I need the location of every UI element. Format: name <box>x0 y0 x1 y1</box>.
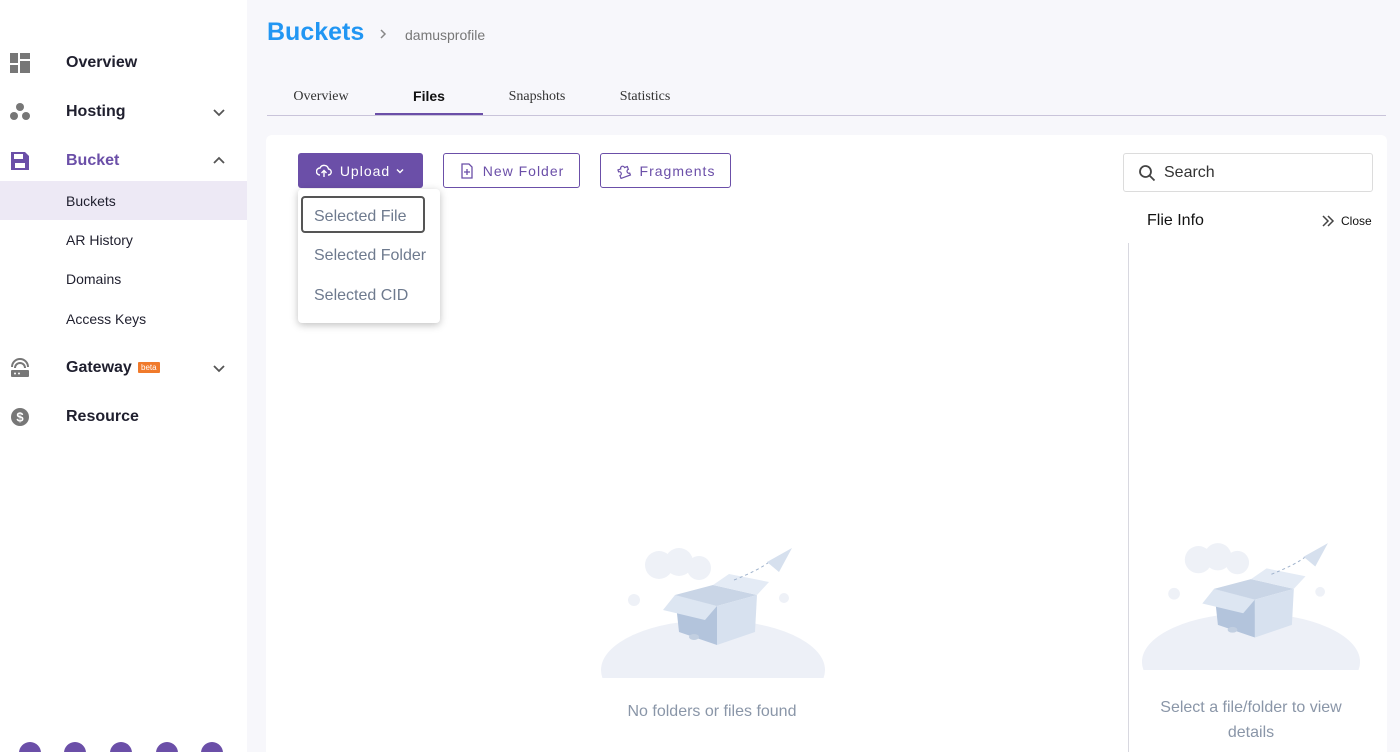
upload-menu: Selected File Selected Folder Selected C… <box>298 189 440 323</box>
sidebar: Overview Hosting Bucket Buckets AR Histo… <box>0 0 247 752</box>
menu-item-selected-folder[interactable]: Selected Folder <box>314 247 426 265</box>
panel-divider <box>1128 243 1129 752</box>
fragments-button[interactable]: Fragments <box>600 153 731 188</box>
empty-box-illustration <box>601 548 825 678</box>
beta-badge: beta <box>138 362 160 373</box>
search-input[interactable] <box>1164 154 1364 191</box>
medium-icon[interactable] <box>156 742 178 752</box>
menu-item-selected-file[interactable]: Selected File <box>314 208 407 226</box>
sidebar-item-hosting[interactable]: Hosting <box>0 92 247 132</box>
file-info-empty-message: Select a file/folder to view details <box>1160 699 1342 741</box>
sidebar-subitem-buckets[interactable]: Buckets <box>0 181 247 220</box>
files-panel: Upload New Folder Fragments Selected Fil… <box>266 135 1387 752</box>
dollar-icon: $ <box>10 407 30 427</box>
sidebar-subitem-label: Domains <box>66 270 122 287</box>
tab-files[interactable]: Files <box>375 78 483 115</box>
upload-button[interactable]: Upload <box>298 153 423 188</box>
github-icon[interactable] <box>201 742 223 752</box>
tab-bar: Overview Files Snapshots Statistics <box>267 78 1386 116</box>
sidebar-subitem-label: Buckets <box>66 192 116 209</box>
empty-box-illustration <box>1141 543 1361 670</box>
breadcrumb: damusprofile <box>405 27 486 43</box>
discord-icon[interactable] <box>64 742 86 752</box>
chevron-down-icon <box>396 168 404 173</box>
tab-overview[interactable]: Overview <box>267 78 375 115</box>
dashboard-icon <box>10 53 30 73</box>
fragments-label: Fragments <box>639 162 716 179</box>
sidebar-item-label: Resource <box>66 408 139 425</box>
chevron-down-icon <box>213 109 225 117</box>
sidebar-subitem-domains[interactable]: Domains <box>0 259 247 298</box>
chevron-right-icon <box>380 29 387 39</box>
upload-label: Upload <box>339 162 391 179</box>
close-label: Close <box>1341 214 1372 228</box>
puzzle-icon <box>616 163 632 179</box>
double-chevron-right-icon <box>1321 214 1335 228</box>
new-file-icon <box>459 162 475 179</box>
sidebar-item-bucket[interactable]: Bucket <box>0 141 247 181</box>
new-folder-label: New Folder <box>482 162 565 179</box>
sidebar-item-label: Bucket <box>66 152 120 169</box>
sidebar-item-overview[interactable]: Overview <box>0 43 247 83</box>
cloud-upload-icon <box>315 163 332 179</box>
tab-statistics[interactable]: Statistics <box>591 78 699 115</box>
search-icon <box>1139 165 1156 182</box>
sidebar-item-label: Hosting <box>66 103 126 120</box>
files-empty-message: No folders or files found <box>627 703 797 720</box>
chevron-up-icon <box>213 156 225 164</box>
menu-item-selected-cid[interactable]: Selected CID <box>314 287 408 305</box>
twitter-icon[interactable] <box>19 742 41 752</box>
telegram-icon[interactable] <box>110 742 132 752</box>
svg-text:$: $ <box>16 410 24 425</box>
sidebar-subitem-label: Access Keys <box>66 310 147 327</box>
sidebar-item-gateway[interactable]: Gateway beta <box>0 348 247 388</box>
new-folder-button[interactable]: New Folder <box>443 153 580 188</box>
page-title[interactable]: Buckets <box>267 18 364 47</box>
file-info-title: Flie Info <box>1147 212 1204 229</box>
tab-snapshots[interactable]: Snapshots <box>483 78 591 115</box>
gateway-icon <box>10 358 30 378</box>
sidebar-subitem-access-keys[interactable]: Access Keys <box>0 299 247 338</box>
sidebar-item-label: Overview <box>66 54 138 71</box>
sidebar-item-resource[interactable]: $ Resource <box>0 397 247 437</box>
search-box <box>1123 153 1373 192</box>
sidebar-item-label: Gateway <box>66 359 132 376</box>
close-info-button[interactable]: Close <box>1321 212 1372 230</box>
hosting-icon <box>10 102 30 122</box>
bucket-icon <box>10 151 30 171</box>
sidebar-subitem-label: AR History <box>66 231 133 248</box>
sidebar-subitem-ar-history[interactable]: AR History <box>0 220 247 259</box>
chevron-down-icon <box>213 365 225 373</box>
